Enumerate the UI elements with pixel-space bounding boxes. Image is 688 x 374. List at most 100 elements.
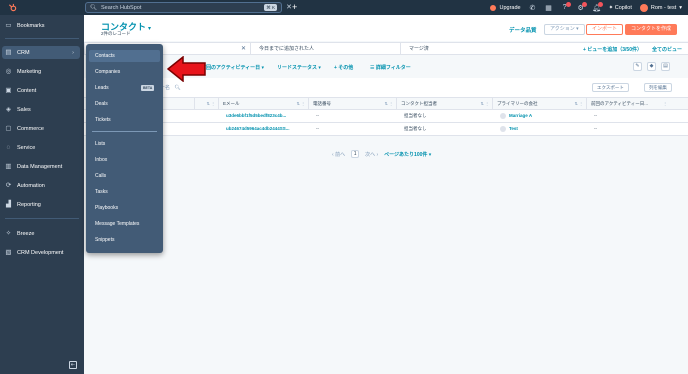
- actions-dropdown[interactable]: アクション ▾: [544, 24, 585, 35]
- dev-icon: ▧: [5, 249, 12, 256]
- sidebar-item-label: Sales: [17, 106, 31, 113]
- contacts-table: ー名 🔍︎ エクスポート 列を編集 ⇅ ⋮ Eメール ⇅ ⋮ 電話番号 ⇅ ⋮ コン…: [84, 78, 688, 136]
- lead-status-filter[interactable]: リードステータス ▾: [277, 64, 321, 71]
- account-menu[interactable]: Rom - test ▾: [639, 3, 682, 12]
- crm-flyout-menu: Contacts Companies Leads BETA Deals Tick…: [86, 44, 163, 253]
- copilot-button[interactable]: ✦ Copilot: [609, 5, 632, 11]
- more-filters-button[interactable]: + その他: [334, 64, 353, 71]
- data-icon: ▥: [5, 163, 12, 170]
- sidebar-item-sales[interactable]: ◈ Sales: [0, 103, 84, 116]
- sidebar-item-breeze[interactable]: ✧ Breeze: [0, 227, 84, 240]
- company-avatar: [500, 112, 506, 119]
- column-header-name-actions[interactable]: ⇅ ⋮: [194, 98, 218, 110]
- bell-notification-dot: [597, 1, 603, 7]
- phone-icon[interactable]: ✆: [529, 4, 537, 12]
- column-header-last-activity[interactable]: 前回のアクティビティー日... ⋮: [586, 98, 670, 110]
- page-number[interactable]: 1: [351, 150, 360, 158]
- table-search-input[interactable]: ー名 🔍︎: [160, 84, 181, 91]
- edit-columns-button[interactable]: 列を編集: [644, 83, 672, 92]
- column-label: 前回のアクティビティー日...: [591, 101, 648, 106]
- chevron-down-icon: ▾: [148, 26, 152, 32]
- menu-item-tickets[interactable]: Tickets: [89, 114, 160, 126]
- column-header-phone[interactable]: 電話番号 ⇅ ⋮: [308, 98, 396, 110]
- email-cell[interactable]: u3de6bbf1f5d5bedf823c4b...: [222, 110, 306, 122]
- table-row[interactable]: ub24674d5964ac4db2444SS... -- 担当者なし Test…: [84, 123, 688, 136]
- menu-item-deals[interactable]: Deals: [89, 98, 160, 110]
- tag-icon[interactable]: ◆: [647, 62, 656, 71]
- sidebar-item-automation[interactable]: ⟳ Automation: [0, 179, 84, 192]
- column-header-owner[interactable]: コンタクト担当者 ⇅ ⋮: [396, 98, 492, 110]
- column-header-company[interactable]: プライマリーの会社 ⇅ ⋮: [492, 98, 586, 110]
- create-new-plus-icon[interactable]: +: [292, 2, 297, 12]
- sidebar-divider: [5, 218, 79, 219]
- menu-item-playbooks[interactable]: Playbooks: [89, 202, 160, 214]
- marketplace-icon[interactable]: ▦: [545, 4, 553, 12]
- menu-item-inbox[interactable]: Inbox: [89, 154, 160, 166]
- menu-item-message-templates[interactable]: Message Templates: [89, 218, 160, 230]
- company-cell[interactable]: Marriage A: [496, 110, 584, 122]
- import-button[interactable]: インポート: [586, 24, 624, 35]
- next-label: 次へ: [365, 151, 376, 158]
- upgrade-button[interactable]: Upgrade: [490, 4, 521, 11]
- sidebar-item-label: CRM: [17, 49, 30, 56]
- column-header-email[interactable]: Eメール ⇅ ⋮: [218, 98, 308, 110]
- data-quality-link[interactable]: データ品質: [509, 26, 537, 34]
- reporting-icon: ▟: [6, 201, 11, 208]
- copilot-label: Copilot: [614, 4, 632, 11]
- global-search-input[interactable]: 🔍︎ Search HubSpot ⌘ K ✕: [85, 2, 292, 13]
- table-header: ⇅ ⋮ Eメール ⇅ ⋮ 電話番号 ⇅ ⋮ コンタクト担当者 ⇅ ⋮ プライマリーの会…: [84, 97, 688, 110]
- all-views-button[interactable]: 全てのビュー: [652, 46, 682, 53]
- record-count: 2件のレコード: [101, 31, 131, 36]
- sidebar-item-label: Data Management: [17, 163, 63, 170]
- menu-item-snippets[interactable]: Snippets: [89, 234, 160, 246]
- menu-item-companies[interactable]: Companies: [89, 66, 160, 78]
- sidebar-item-service[interactable]: ◌ Service: [0, 141, 84, 154]
- help-icon[interactable]: ?: [561, 1, 571, 12]
- column-label: プライマリーの会社: [497, 101, 538, 106]
- create-contact-button[interactable]: コンタクトを作成: [625, 24, 678, 35]
- phone-cell: --: [316, 113, 319, 118]
- company-name: Marriage A: [509, 113, 533, 118]
- sidebar-item-crm-development[interactable]: ▧ CRM Development: [0, 246, 84, 259]
- menu-item-calls[interactable]: Calls: [89, 170, 160, 182]
- last-activity-filter[interactable]: 前回のアクティビティー日 ▾: [201, 64, 264, 71]
- menu-item-lists[interactable]: Lists: [89, 138, 160, 150]
- menu-item-tasks[interactable]: Tasks: [89, 186, 160, 198]
- export-button[interactable]: エクスポート: [592, 83, 629, 92]
- per-page-select[interactable]: ページあたり100件 ▾: [384, 151, 431, 158]
- company-cell[interactable]: Test: [496, 123, 584, 135]
- crm-icon: ▤: [5, 49, 12, 56]
- account-name: Rom - test: [650, 4, 677, 11]
- notifications-bell-icon[interactable]: 🔔︎: [592, 1, 603, 12]
- screen-frame: 🔍︎ Search HubSpot ⌘ K ✕ + Upgrade ✆ ▦ ? …: [0, 0, 688, 374]
- prev-page-button[interactable]: ‹ 前へ: [332, 151, 345, 158]
- sidebar-item-crm[interactable]: ▤ CRM ›: [2, 46, 80, 59]
- menu-item-leads[interactable]: Leads BETA: [89, 82, 160, 94]
- table-row[interactable]: u3de6bbf1f5d5bedf823c4b... -- 担当者なし Marr…: [84, 110, 688, 123]
- account-avatar: [639, 3, 648, 12]
- edit-view-icon[interactable]: ✎: [633, 62, 642, 71]
- save-view-icon[interactable]: ▤: [661, 62, 670, 71]
- menu-item-contacts[interactable]: Contacts: [89, 50, 160, 62]
- sidebar-item-data-management[interactable]: ▥ Data Management: [0, 160, 84, 173]
- tab-merged[interactable]: マージ済: [400, 43, 550, 55]
- tab-label: マージ済: [409, 46, 429, 52]
- next-page-button[interactable]: 次へ ›: [365, 151, 378, 158]
- sidebar-item-content[interactable]: ▣ Content: [0, 84, 84, 97]
- settings-gear-icon[interactable]: ⚙: [577, 1, 587, 12]
- owner-cell[interactable]: 担当者なし: [400, 110, 490, 122]
- advanced-filters-button[interactable]: ☰ 詳細フィルター: [370, 64, 411, 71]
- collapse-sidebar-icon[interactable]: ⇤: [69, 361, 77, 369]
- sidebar-item-marketing[interactable]: ◎ Marketing: [0, 65, 84, 78]
- tab-added-today[interactable]: 今日までに追加された人: [250, 43, 400, 55]
- sidebar-item-commerce[interactable]: ▢ Commerce: [0, 122, 84, 135]
- add-view-button[interactable]: + ビューを追加（3/50件）: [583, 46, 642, 53]
- content-icon: ▣: [5, 87, 12, 94]
- sidebar-item-reporting[interactable]: ▟ Reporting: [0, 198, 84, 211]
- close-tab-icon[interactable]: ✕: [241, 43, 246, 55]
- owner-cell[interactable]: 担当者なし: [400, 123, 490, 135]
- menu-item-label: Leads: [95, 85, 109, 91]
- hubspot-logo-icon[interactable]: [8, 3, 17, 12]
- sidebar-item-bookmarks[interactable]: ▭ Bookmarks: [0, 19, 84, 32]
- email-cell[interactable]: ub24674d5964ac4db2444SS...: [222, 123, 306, 135]
